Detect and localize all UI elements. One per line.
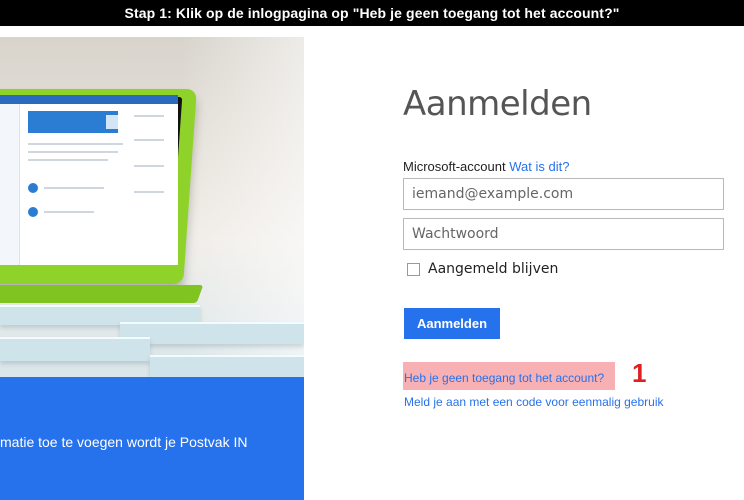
step-instruction-banner: Stap 1: Klik op de inlogpagina op "Heb j… xyxy=(0,0,744,26)
screen-app-icon xyxy=(28,207,38,217)
cant-access-account-link[interactable]: Heb je geen toegang tot het account? xyxy=(404,371,604,385)
laptop-base xyxy=(0,285,204,303)
email-field[interactable] xyxy=(403,178,724,210)
screen-mail-list xyxy=(0,104,20,265)
hero-plank xyxy=(0,337,150,361)
screen-promo-tile xyxy=(28,111,118,133)
annotation-step-number: 1 xyxy=(632,358,647,388)
stay-signed-in-option[interactable]: Aangemeld blijven xyxy=(407,261,558,277)
screen-text-line xyxy=(134,115,164,117)
screen-text-line xyxy=(44,211,94,213)
hero-caption-panel: matie toe te voegen wordt je Postvak IN xyxy=(0,377,304,500)
hero-caption: matie toe te voegen wordt je Postvak IN xyxy=(0,434,248,450)
screen-text-line xyxy=(134,191,164,193)
screen-app-icon xyxy=(28,183,38,193)
screen-text-line xyxy=(44,187,104,189)
account-type-label: Microsoft-account xyxy=(403,159,506,174)
account-label: Microsoft-account Wat is dit? xyxy=(403,159,569,174)
screen-text-line xyxy=(28,151,118,153)
sign-in-button[interactable]: Aanmelden xyxy=(404,308,500,339)
screen-header-bar xyxy=(0,95,178,104)
screen-text-line xyxy=(134,139,164,141)
hero-image xyxy=(0,37,304,377)
page-title: Aanmelden xyxy=(403,84,592,124)
screen-text-line xyxy=(28,143,123,145)
stay-signed-in-label: Aangemeld blijven xyxy=(428,261,559,277)
checkbox-unchecked-icon[interactable] xyxy=(407,262,420,276)
password-field[interactable] xyxy=(403,218,724,250)
single-use-code-link[interactable]: Meld je aan met een code voor eenmalig g… xyxy=(404,395,664,409)
screen-text-line xyxy=(28,159,108,161)
hero-plank xyxy=(150,355,304,377)
laptop-screen xyxy=(0,95,178,265)
screen-promo-icon xyxy=(106,115,122,129)
screen-text-line xyxy=(134,165,164,167)
what-is-this-link[interactable]: Wat is dit? xyxy=(509,159,569,174)
